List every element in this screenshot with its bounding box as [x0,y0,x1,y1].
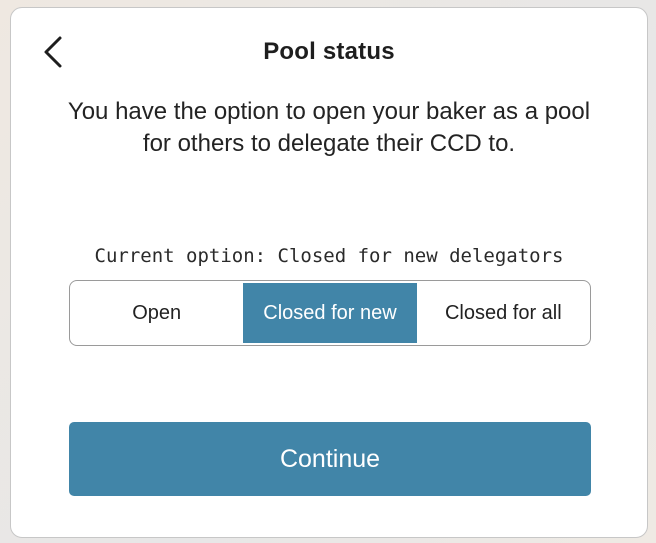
continue-button[interactable]: Continue [69,422,591,496]
pool-option-selector: Open Closed for new Closed for all [69,280,591,346]
page-title: Pool status [263,38,395,65]
pool-status-card: Pool status You have the option to open … [10,7,648,538]
option-open[interactable]: Open [70,281,243,345]
current-option-text: Current option: Closed for new delegator… [94,245,564,267]
option-closed-for-all[interactable]: Closed for all [417,281,590,345]
pool-description: You have the option to open your baker a… [67,98,591,157]
option-closed-for-new[interactable]: Closed for new [243,283,417,343]
